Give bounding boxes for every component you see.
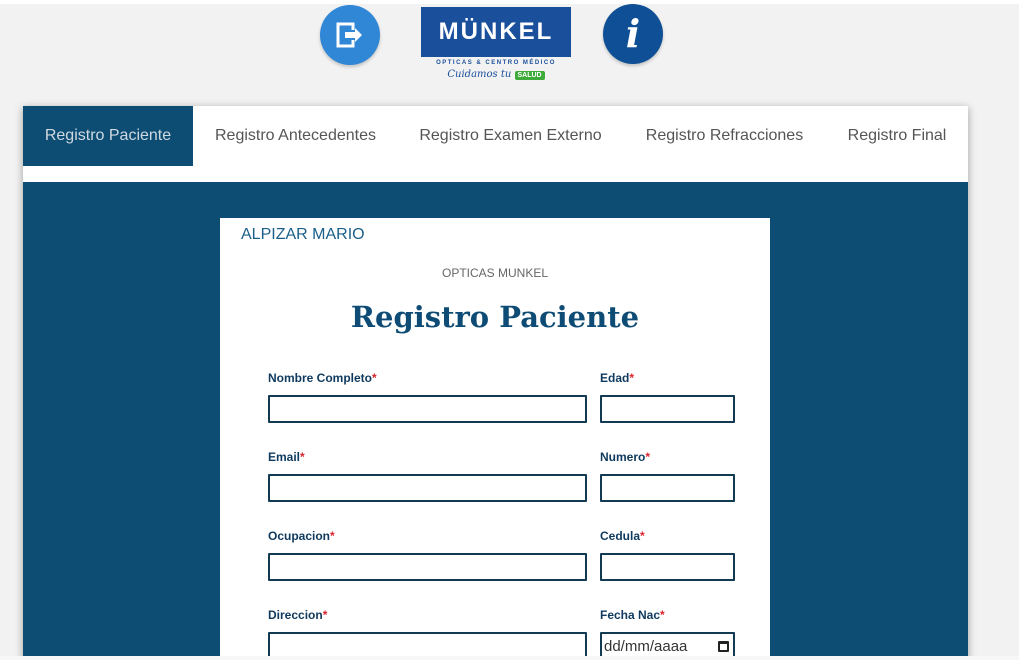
required-mark: *	[640, 529, 645, 543]
required-mark: *	[372, 371, 377, 385]
direccion-label: Direccion*	[268, 608, 327, 622]
tab-registro-examen-externo[interactable]: Registro Examen Externo	[398, 106, 623, 166]
top-strip	[0, 0, 1019, 4]
edad-field[interactable]	[600, 395, 735, 423]
nombre-field[interactable]	[268, 395, 587, 423]
user-name: ALPIZAR MARIO	[241, 226, 365, 243]
ocupacion-label-text: Ocupacion	[268, 529, 331, 543]
cedula-label: Cedula*	[600, 529, 645, 543]
fecha-nac-label: Fecha Nac*	[600, 608, 665, 622]
fecha-nac-placeholder: dd/mm/aaaa	[604, 637, 688, 655]
required-mark: *	[645, 450, 651, 464]
info-icon: i	[625, 11, 641, 56]
tab-registro-refracciones[interactable]: Registro Refracciones	[623, 106, 826, 166]
required-mark: *	[330, 529, 335, 543]
tab-registro-final[interactable]: Registro Final	[826, 106, 968, 166]
numero-label-text: Numero	[600, 450, 646, 464]
required-mark: *	[629, 371, 635, 385]
cedula-field[interactable]	[600, 553, 735, 581]
logo-salud-badge: SALUD	[514, 71, 545, 80]
required-mark: *	[322, 608, 328, 622]
tab-registro-antecedentes[interactable]: Registro Antecedentes	[193, 106, 398, 166]
calendar-icon[interactable]	[718, 640, 729, 652]
info-button[interactable]: i	[603, 4, 663, 64]
numero-label: Numero*	[600, 450, 650, 464]
cedula-label-text: Cedula	[600, 529, 641, 543]
form-title: Registro Paciente	[350, 300, 640, 334]
tab-bar: Registro Paciente Registro Antecedentes …	[23, 106, 968, 182]
nombre-label: Nombre Completo*	[268, 371, 377, 385]
ocupacion-label: Ocupacion*	[268, 529, 335, 543]
patient-form: ALPIZAR MARIO OPTICAS MUNKEL Registro Pa…	[220, 218, 770, 660]
required-mark: *	[660, 608, 665, 622]
email-field[interactable]	[268, 474, 587, 502]
numero-field[interactable]	[600, 474, 735, 502]
logout-icon	[336, 22, 362, 48]
fecha-nac-label-text: Fecha Nac	[600, 608, 661, 622]
email-label: Email*	[268, 450, 305, 464]
edad-label-text: Edad	[600, 371, 630, 385]
required-mark: *	[300, 450, 305, 464]
main-card: Registro Paciente Registro Antecedentes …	[23, 106, 968, 660]
logo-brand: MÜNKEL	[421, 7, 571, 57]
company-name: OPTICAS MUNKEL	[441, 266, 549, 280]
tab-registro-paciente[interactable]: Registro Paciente	[23, 106, 193, 166]
logout-button[interactable]	[320, 5, 380, 65]
direccion-label-text: Direccion	[268, 608, 323, 622]
bottom-line	[0, 656, 1019, 660]
edad-label: Edad*	[600, 371, 634, 385]
nombre-label-text: Nombre Completo	[268, 371, 373, 385]
munkel-logo: MÜNKEL OPTICAS & CENTRO MÉDICO Cuidamos …	[421, 7, 571, 80]
email-label-text: Email	[268, 450, 301, 464]
logo-tagline-text: Cuidamos tu	[447, 69, 512, 80]
ocupacion-field[interactable]	[268, 553, 587, 581]
logo-tagline: Cuidamos tu SALUD	[421, 69, 571, 80]
logo-subtitle: OPTICAS & CENTRO MÉDICO	[436, 60, 556, 66]
